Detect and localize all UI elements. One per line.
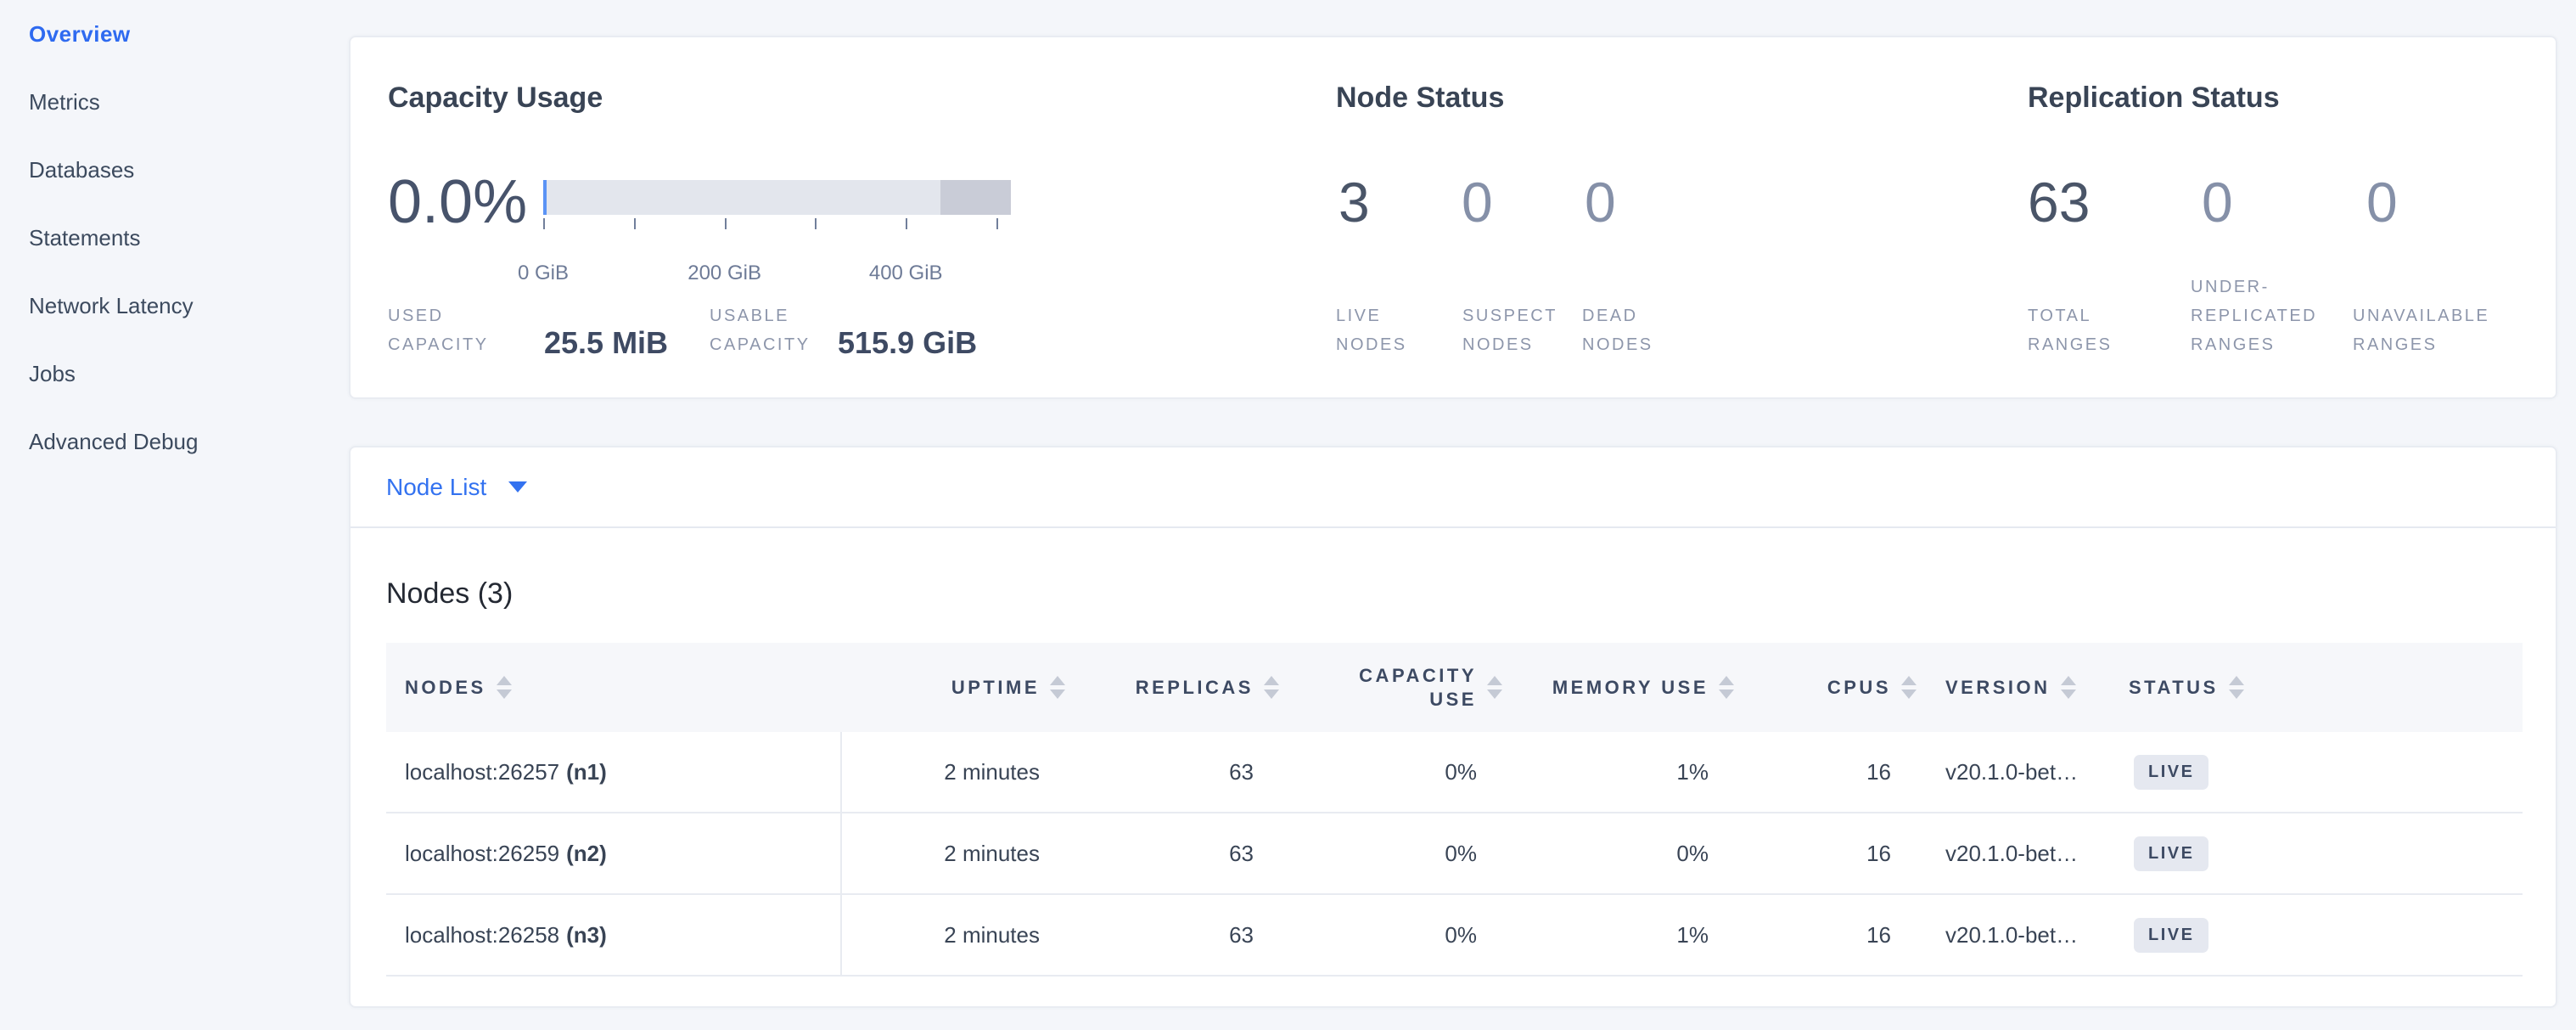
used-capacity-label: USED CAPACITY (388, 301, 536, 359)
status-cell: LIVE (2115, 813, 2526, 893)
column-header-replicas[interactable]: REPLICAS (1065, 643, 1279, 732)
column-header-nodes[interactable]: NODES (386, 643, 842, 732)
table-row: localhost:26258 (n3) 2 minutes 63 0% 1% … (386, 895, 2523, 977)
sidebar-item-jobs[interactable]: Jobs (0, 340, 331, 408)
unavailable-ranges-count: 0 (2366, 166, 2398, 238)
sidebar-item-statements[interactable]: Statements (0, 204, 331, 272)
capacity-use-cell: 0% (1279, 895, 1502, 975)
status-badge: LIVE (2134, 918, 2208, 953)
dead-nodes-count: 0 (1585, 166, 1616, 238)
uptime-cell: 2 minutes (842, 813, 1065, 893)
sort-icon (2061, 676, 2076, 699)
table-row: localhost:26257 (n1) 2 minutes 63 0% 1% … (386, 732, 2523, 813)
memory-use-cell: 0% (1502, 813, 1734, 893)
sidebar-item-overview[interactable]: Overview (0, 0, 331, 68)
uptime-cell: 2 minutes (842, 732, 1065, 812)
node-id: (n2) (566, 841, 607, 867)
cpus-cell: 16 (1734, 895, 1917, 975)
nodes-card: Node List Nodes (3) NODES UPTIME REPLICA… (349, 446, 2557, 1008)
status-badge: LIVE (2134, 836, 2208, 871)
cpus-cell: 16 (1734, 813, 1917, 893)
memory-use-cell: 1% (1502, 895, 1734, 975)
sidebar-item-databases[interactable]: Databases (0, 136, 331, 204)
used-capacity-value: 25.5 MiB (544, 324, 668, 362)
sort-icon (1487, 676, 1502, 699)
version-cell: v20.1.0-bet… (1917, 895, 2115, 975)
gauge-axis-tick (996, 218, 998, 229)
usable-capacity-label: USABLE CAPACITY (710, 301, 858, 359)
total-ranges-count: 63 (2028, 166, 2090, 238)
gauge-axis-label: 0 GiB (518, 262, 569, 285)
version-cell: v20.1.0-bet… (1917, 813, 2115, 893)
sidebar: Overview Metrics Databases Statements Ne… (0, 0, 331, 1030)
under-replicated-ranges-count: 0 (2202, 166, 2233, 238)
version-cell: v20.1.0-bet… (1917, 732, 2115, 812)
status-badge: LIVE (2134, 755, 2208, 790)
node-address-cell[interactable]: localhost:26258 (n3) (386, 895, 842, 975)
capacity-use-cell: 0% (1279, 813, 1502, 893)
replication-status-title: Replication Status (2028, 82, 2280, 115)
unavailable-ranges-label: UNAVAILABLE RANGES (2353, 301, 2506, 359)
node-address-cell[interactable]: localhost:26259 (n2) (386, 813, 842, 893)
replicas-cell: 63 (1065, 732, 1279, 812)
column-header-memory-use[interactable]: MEMORY USE (1502, 643, 1734, 732)
table-row: localhost:26259 (n2) 2 minutes 63 0% 0% … (386, 813, 2523, 895)
gauge-axis-label: 400 GiB (869, 262, 943, 285)
replicas-cell: 63 (1065, 895, 1279, 975)
suspect-nodes-count: 0 (1462, 166, 1493, 238)
sort-icon (1050, 676, 1065, 699)
gauge-segment-reserved (940, 180, 1011, 215)
gauge-axis-label: 200 GiB (687, 262, 761, 285)
cluster-summary-card: Capacity Usage 0.0% 0 GiB200 GiB400 GiB … (349, 36, 2557, 399)
suspect-nodes-label: SUSPECT NODES (1462, 301, 1569, 359)
capacity-used-percent: 0.0% (388, 161, 527, 243)
gauge-segment-free (547, 180, 940, 215)
capacity-usage-title: Capacity Usage (388, 82, 603, 115)
column-header-version[interactable]: VERSION (1917, 643, 2115, 732)
memory-use-cell: 1% (1502, 732, 1734, 812)
status-cell: LIVE (2115, 895, 2526, 975)
sidebar-item-metrics[interactable]: Metrics (0, 68, 331, 136)
sidebar-item-network-latency[interactable]: Network Latency (0, 272, 331, 340)
node-list-dropdown-label: Node List (386, 474, 486, 501)
sort-icon (1719, 676, 1734, 699)
nodes-count-heading: Nodes (3) (386, 575, 2523, 612)
dead-nodes-label: DEAD NODES (1582, 301, 1675, 359)
under-replicated-ranges-label: UNDER-REPLICATED RANGES (2191, 273, 2343, 359)
nodes-table: NODES UPTIME REPLICAS CAPACITY USE MEMOR… (386, 643, 2523, 977)
sort-icon (1264, 676, 1279, 699)
column-header-cpus[interactable]: CPUS (1734, 643, 1917, 732)
node-address-cell[interactable]: localhost:26257 (n1) (386, 732, 842, 812)
column-header-capacity-use[interactable]: CAPACITY USE (1279, 643, 1502, 732)
node-list-dropdown[interactable]: Node List (351, 447, 2556, 528)
node-status-title: Node Status (1336, 82, 1504, 115)
gauge-axis-tick (815, 218, 817, 229)
column-header-status[interactable]: STATUS (2115, 643, 2526, 732)
replicas-cell: 63 (1065, 813, 1279, 893)
uptime-cell: 2 minutes (842, 895, 1065, 975)
capacity-use-cell: 0% (1279, 732, 1502, 812)
gauge-axis-tick (906, 218, 907, 229)
usable-capacity-value: 515.9 GiB (838, 324, 977, 362)
capacity-gauge-chart: 0 GiB200 GiB400 GiB (543, 180, 1011, 215)
sort-icon (2229, 676, 2244, 699)
node-id: (n3) (566, 922, 607, 948)
nodes-table-header-row: NODES UPTIME REPLICAS CAPACITY USE MEMOR… (386, 643, 2523, 732)
column-header-uptime[interactable]: UPTIME (842, 643, 1065, 732)
gauge-axis-tick (543, 218, 545, 229)
live-nodes-label: LIVE NODES (1336, 301, 1446, 359)
sidebar-item-advanced-debug[interactable]: Advanced Debug (0, 408, 331, 476)
node-id: (n1) (566, 759, 607, 785)
sort-icon (1901, 676, 1917, 699)
chevron-down-icon (508, 481, 527, 492)
nodes-table-body: localhost:26257 (n1) 2 minutes 63 0% 1% … (386, 732, 2523, 977)
gauge-axis-tick (725, 218, 727, 229)
total-ranges-label: TOTAL RANGES (2028, 301, 2130, 359)
live-nodes-count: 3 (1339, 166, 1370, 238)
sort-icon (497, 676, 512, 699)
cpus-cell: 16 (1734, 732, 1917, 812)
gauge-axis-tick (634, 218, 636, 229)
status-cell: LIVE (2115, 732, 2526, 812)
